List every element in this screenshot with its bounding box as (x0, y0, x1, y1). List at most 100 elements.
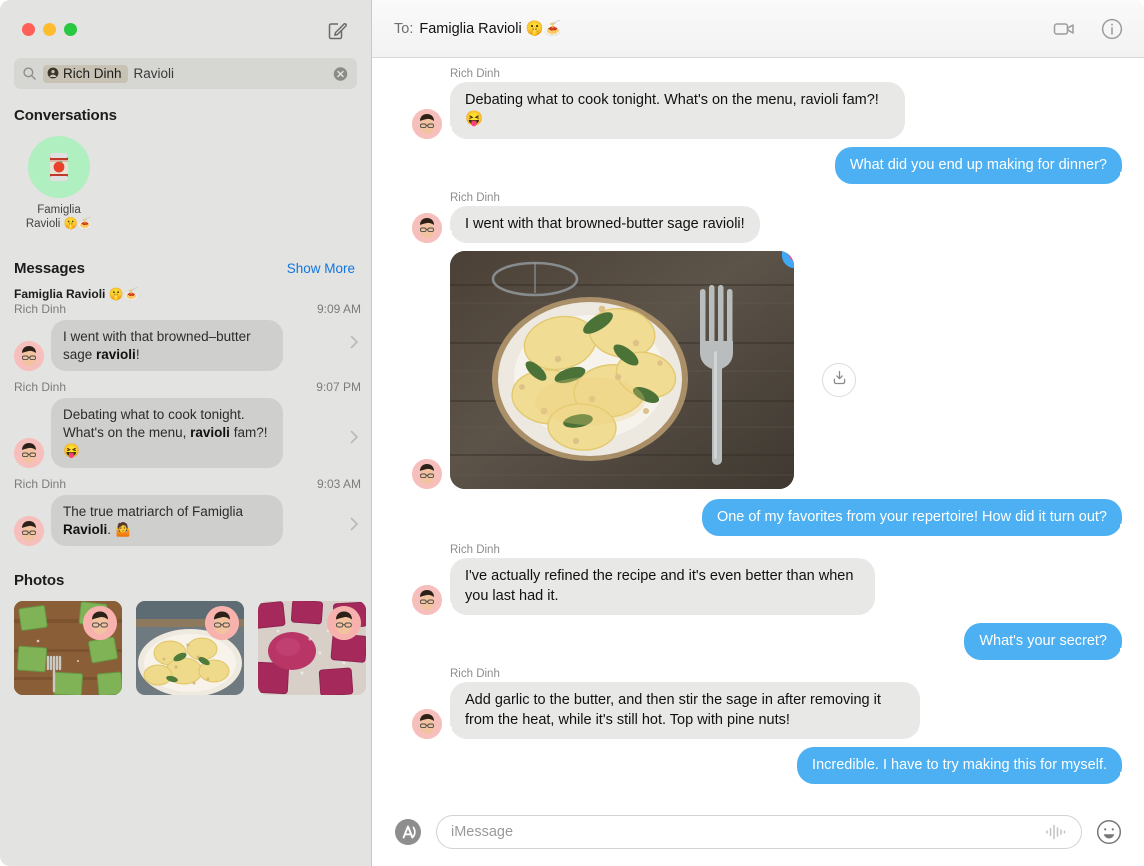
chevron-right-icon (350, 335, 359, 349)
result-conversation-name: Famiglia Ravioli 🤫🍝 (14, 286, 139, 301)
info-icon[interactable] (1100, 17, 1124, 41)
minimize-button[interactable] (43, 23, 56, 36)
close-button[interactable] (22, 23, 35, 36)
search-input[interactable]: Rich Dinh Ravioli (14, 58, 357, 89)
message-bubble: Add garlic to the butter, and then stir … (443, 682, 920, 739)
message-turn: What did you end up making for dinner? (394, 146, 1130, 185)
recipient-name[interactable]: Famiglia Ravioli 🤫🍝 (419, 20, 561, 37)
avatar (412, 584, 442, 615)
to-label: To: (394, 20, 414, 37)
conversation-item-famiglia-ravioli[interactable]: Famiglia Ravioli 🤫🍝 (22, 136, 96, 232)
result-time: 9:07 PM (316, 380, 361, 395)
result-bubble: Debating what to cook tonight. What's on… (51, 398, 283, 468)
message-result-row[interactable]: Famiglia Ravioli 🤫🍝 Rich Dinh 9:09 AM I … (0, 285, 371, 378)
result-bubble: The true matriarch of Famiglia Ravioli. … (51, 494, 283, 547)
search-container: Rich Dinh Ravioli (0, 58, 371, 89)
message-turn: Rich Dinh I've actually refined the reci… (394, 544, 1122, 615)
result-sender: Rich Dinh (14, 476, 67, 491)
avatar (412, 213, 442, 244)
conversations-list: Famiglia Ravioli 🤫🍝 (0, 132, 371, 242)
avatar (412, 708, 442, 739)
message-sender: Rich Dinh (450, 68, 500, 80)
show-more-button[interactable]: Show More (287, 261, 355, 276)
compose-icon[interactable] (325, 19, 349, 43)
result-text-pre: The true matriarch of Famiglia (63, 503, 244, 519)
avatar (14, 437, 44, 468)
sidebar-titlebar (0, 0, 371, 58)
avatar (14, 516, 44, 547)
message-bubble: I've actually refined the recipe and it'… (443, 558, 875, 615)
chevron-right-icon (350, 430, 359, 444)
result-text-post: ! (135, 346, 140, 362)
chevron-right-icon (350, 517, 359, 531)
download-icon (831, 369, 848, 391)
chat-header: To: Famiglia Ravioli 🤫🍝 (372, 0, 1144, 58)
messages-window: Rich Dinh Ravioli Conversations Famiglia… (0, 0, 1144, 866)
result-text-match: Ravioli (63, 521, 108, 537)
result-time: 9:09 AM (316, 301, 361, 316)
contact-icon (47, 67, 59, 79)
sidebar: Rich Dinh Ravioli Conversations Famiglia… (0, 0, 372, 866)
result-text-post: . 🤷 (107, 521, 132, 537)
conversation-name: Famiglia Ravioli 🤫🍝 (25, 204, 93, 231)
message-input-placeholder: iMessage (451, 824, 514, 840)
photo-thumbnail[interactable] (258, 601, 366, 696)
search-token-chip[interactable]: Rich Dinh (43, 64, 128, 83)
avatar (412, 108, 442, 139)
message-turn: What's your secret? (394, 622, 1129, 661)
message-bubble: One of my favorites from your repertoire… (701, 499, 1130, 537)
message-input[interactable]: iMessage (436, 815, 1082, 849)
result-text-pre: I went with that browned–butter sage (63, 328, 251, 362)
app-store-icon[interactable] (394, 818, 422, 846)
result-bubble: I went with that browned–butter sage rav… (51, 319, 283, 372)
message-results-list: Famiglia Ravioli 🤫🍝 Rich Dinh 9:09 AM I … (0, 285, 371, 555)
message-turn: Rich Dinh I went with that browned-butte… (394, 191, 1122, 244)
message-bubble: What did you end up making for dinner? (834, 146, 1130, 185)
message-bubble: What's your secret? (964, 622, 1129, 661)
messages-title: Messages (14, 259, 85, 277)
message-turn: Incredible. I have to try making this fo… (394, 746, 1129, 785)
result-time: 9:03 AM (316, 476, 361, 491)
message-sender: Rich Dinh (450, 668, 500, 681)
window-controls (22, 23, 77, 36)
avatar (14, 341, 44, 372)
message-bubble: I went with that browned-butter sage rav… (443, 205, 760, 244)
photos-title: Photos (14, 572, 65, 590)
message-turn: One of my favorites from your repertoire… (394, 499, 1130, 537)
message-bubble: Debating what to cook tonight. What's on… (443, 82, 905, 139)
result-sender: Rich Dinh (14, 380, 67, 395)
composer-bar: iMessage (372, 804, 1144, 866)
photos-grid (0, 597, 371, 696)
message-result-row[interactable]: Rich Dinh 9:03 AM The true matriarch of … (0, 474, 371, 553)
avatar (412, 459, 442, 490)
zoom-button[interactable] (64, 23, 77, 36)
message-sender: Rich Dinh (450, 191, 500, 204)
photo-thumbnail[interactable] (136, 601, 244, 696)
save-photo-button[interactable] (822, 363, 856, 398)
conversations-section-header: Conversations (0, 89, 371, 132)
video-camera-icon[interactable] (1052, 17, 1076, 41)
result-text-match: ravioli (190, 425, 230, 441)
message-turn: Rich Dinh Add garlic to the butter, and … (394, 668, 1122, 739)
photo-thumbnail[interactable] (14, 601, 122, 696)
photo-message-turn (394, 251, 1122, 490)
message-turn: Rich Dinh Debating what to cook tonight.… (394, 68, 1122, 139)
message-result-row[interactable]: Rich Dinh 9:07 PM Debating what to cook … (0, 377, 371, 473)
conversations-title: Conversations (14, 107, 117, 124)
search-query-text: Ravioli (133, 66, 175, 81)
tapback-heart-reaction[interactable] (780, 251, 794, 280)
result-sender: Rich Dinh (14, 301, 67, 316)
conversation-avatar (28, 136, 90, 198)
emoji-smiley-icon[interactable] (1096, 819, 1122, 845)
photos-section-header: Photos (0, 554, 371, 597)
chat-panel: To: Famiglia Ravioli 🤫🍝 Rich Dinh Debati… (372, 0, 1144, 866)
search-icon (22, 66, 37, 81)
photo-attachment[interactable] (450, 251, 794, 490)
messages-section-header: Messages Show More (0, 242, 371, 285)
message-thread: Rich Dinh Debating what to cook tonight.… (372, 58, 1144, 804)
audio-waveform-icon[interactable] (1045, 823, 1067, 841)
result-text-match: ravioli (96, 346, 136, 362)
message-sender: Rich Dinh (450, 544, 500, 557)
message-bubble: Incredible. I have to try making this fo… (797, 746, 1129, 785)
clear-icon[interactable] (333, 66, 348, 81)
